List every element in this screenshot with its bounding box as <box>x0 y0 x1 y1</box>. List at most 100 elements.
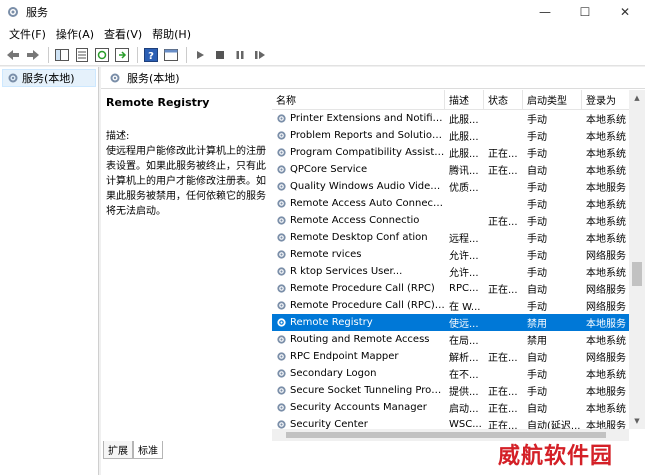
cell-startup-type: 手动 <box>527 115 547 126</box>
tree-item-label: 服务(本地) <box>22 72 75 85</box>
panel-title: 服务(本地) <box>127 71 180 85</box>
table-row[interactable]: Remote Access Auto Connectio... 手动 本地系统 <box>272 195 645 212</box>
service-gear-icon <box>277 386 286 395</box>
column-header-status[interactable]: 状态 <box>484 90 523 109</box>
cell-startup-type: 手动 <box>527 234 547 245</box>
scroll-thumb[interactable] <box>632 262 642 286</box>
toolbar-separator <box>186 46 187 63</box>
column-header-name[interactable]: ^ 名称 <box>272 90 445 109</box>
close-button[interactable]: ✕ <box>605 0 645 24</box>
cell-description: 在局... <box>449 336 479 347</box>
panel-header: 服务(本地) <box>101 67 645 89</box>
cell-logon-as: 本地系统 <box>586 149 626 160</box>
cell-description: RPC... <box>449 283 479 294</box>
cell-description: 此服... <box>449 149 479 160</box>
service-gear-icon <box>277 301 286 310</box>
cell-status: 正在... <box>488 404 518 415</box>
service-gear-icon <box>277 250 286 259</box>
cell-name: RPC Endpoint Mapper <box>272 348 445 365</box>
table-row[interactable]: Quality Windows Audio Video E... 优质... 手动 本… <box>272 178 645 195</box>
sort-up-icon: ^ <box>352 90 360 96</box>
table-row[interactable]: Remote Registry 使远... 禁用 本地服务 <box>272 314 645 331</box>
cell-startup-type: 手动 <box>527 149 547 160</box>
restart-service-button[interactable] <box>251 46 269 64</box>
column-header-logon-as[interactable]: 登录为 <box>582 90 631 109</box>
table-row[interactable]: Security Center WSC... 正在... 自动(延迟... 本地服务 <box>272 416 645 429</box>
menu-help[interactable]: 帮助(H) <box>147 26 196 42</box>
cell-status <box>484 127 523 144</box>
table-row[interactable]: Problem Reports and Solutions... 此服... 手动 本… <box>272 127 645 144</box>
menu-view[interactable]: 查看(V) <box>99 26 147 42</box>
cell-description <box>445 195 484 212</box>
services-gear-icon <box>8 7 18 17</box>
cell-description: 远程... <box>449 234 479 245</box>
cell-name: Secondary Logon <box>272 365 445 382</box>
table-row[interactable]: Remote rvices 允许... 手动 网络服务 <box>272 246 645 263</box>
table-row[interactable]: Security Accounts Manager 启动... 正在... 自动 本地系… <box>272 399 645 416</box>
back-button[interactable] <box>4 46 22 64</box>
table-row[interactable]: Remote Access Connectio 正在... 手动 本地系统 <box>272 212 645 229</box>
table-row[interactable]: R ktop Services User... 允许... 手动 本地系统 <box>272 263 645 280</box>
pause-service-button[interactable] <box>231 46 249 64</box>
maximize-button[interactable]: ☐ <box>565 0 605 24</box>
scroll-down-icon[interactable]: ▼ <box>629 413 645 429</box>
menu-action[interactable]: 操作(A) <box>51 26 99 42</box>
export-list-button[interactable] <box>113 46 131 64</box>
refresh-button[interactable] <box>93 46 111 64</box>
show-hide-tree-button[interactable] <box>53 46 71 64</box>
vertical-scrollbar[interactable]: ▲ ▼ <box>629 90 645 429</box>
menu-file[interactable]: 文件(F) <box>4 26 51 42</box>
column-header-startup-type[interactable]: 启动类型 <box>523 90 582 109</box>
table-row[interactable]: Program Compatibility Assistan... 此服... 正在… <box>272 144 645 161</box>
minimize-button[interactable]: — <box>525 0 565 24</box>
table-row[interactable]: Remote Procedure Call (RPC) RPC... 正在... 自动… <box>272 280 645 297</box>
cell-description: 允许... <box>449 251 479 262</box>
cell-startup-type: 自动 <box>527 353 547 364</box>
cell-name: Remote Registry <box>272 314 445 331</box>
tab-extended[interactable]: 扩展 <box>103 441 133 459</box>
start-service-button[interactable] <box>191 46 209 64</box>
cell-logon-as: 本地系统 <box>586 268 626 279</box>
cell-startup-type: 手动 <box>527 268 547 279</box>
selected-service-name: Remote Registry <box>106 96 210 109</box>
cell-logon-as: 网络服务 <box>586 251 626 262</box>
description-label: 描述: <box>106 131 130 142</box>
cell-startup-type: 手动 <box>527 370 547 381</box>
table-row[interactable]: Remote Desktop Conf ation 远程... 手动 本地系统 <box>272 229 645 246</box>
table-row[interactable]: Routing and Remote Access 在局... 禁用 本地系统 <box>272 331 645 348</box>
column-header-description[interactable]: 描述 <box>445 90 484 109</box>
help-button[interactable]: ? <box>142 46 160 64</box>
scroll-up-icon[interactable]: ▲ <box>629 90 645 106</box>
table-row[interactable]: Secure Socket Tunneling Protoc... 提供... 正在… <box>272 382 645 399</box>
table-row[interactable]: Remote Procedure Call (RPC) L... 在 W... 手动… <box>272 297 645 314</box>
forward-button[interactable] <box>24 46 42 64</box>
service-gear-icon <box>277 284 286 293</box>
stop-service-button[interactable] <box>211 46 229 64</box>
cell-startup-type: 禁用 <box>527 336 547 347</box>
cell-logon-as: 本地系统 <box>586 166 626 177</box>
cell-description: 在 W... <box>449 302 481 313</box>
properties-button[interactable] <box>73 46 91 64</box>
cell-logon-as: 本地系统 <box>586 370 626 381</box>
cell-status <box>484 314 523 331</box>
cell-logon-as: 本地服务 <box>586 183 626 194</box>
table-row[interactable]: RPC Endpoint Mapper 解析... 正在... 自动 网络服务 <box>272 348 645 365</box>
table-row[interactable]: Secondary Logon 在不... 手动 本地系统 <box>272 365 645 382</box>
cell-logon-as: 本地服务 <box>586 387 626 398</box>
cell-name: QPCore Service <box>272 161 445 178</box>
pause-icon <box>236 50 244 59</box>
console-button[interactable] <box>162 46 180 64</box>
tree-item-services-local[interactable]: 服务(本地) <box>2 69 96 87</box>
description-text: 使远程用户能修改此计算机上的注册表设置。如果此服务被终止，只有此计算机上的用户才… <box>106 146 266 217</box>
service-gear-icon <box>277 335 286 344</box>
cell-startup-type: 手动 <box>527 302 547 313</box>
cell-startup-type: 自动 <box>527 285 547 296</box>
table-row[interactable]: Printer Extensions and Notificat... 此服...… <box>272 110 645 127</box>
service-gear-icon <box>277 267 286 276</box>
cell-description: 优质... <box>449 183 479 194</box>
cell-status <box>484 246 523 263</box>
cell-startup-type: 自动 <box>527 166 547 177</box>
toolbar-separator <box>48 46 49 63</box>
table-row[interactable]: QPCore Service 腾讯... 正在... 自动 本地系统 <box>272 161 645 178</box>
tab-standard[interactable]: 标准 <box>133 441 163 459</box>
